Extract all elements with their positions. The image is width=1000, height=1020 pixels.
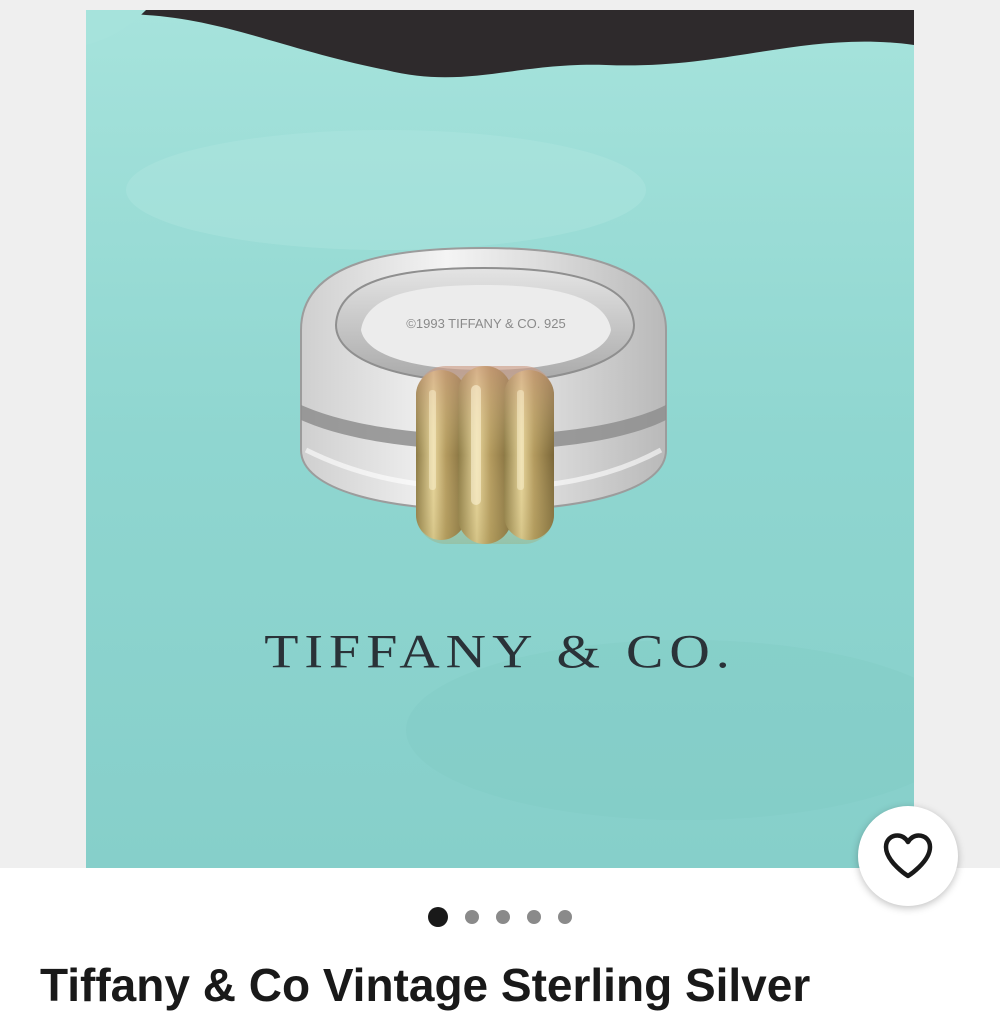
gallery-dot-3[interactable] (496, 910, 510, 924)
brand-print: TIFFANY & CO. (264, 625, 736, 679)
ring-engraving: ©1993 TIFFANY & CO. 925 (406, 316, 565, 331)
gallery-dot-2[interactable] (465, 910, 479, 924)
gallery-dot-4[interactable] (527, 910, 541, 924)
gallery-dot-1[interactable] (428, 907, 448, 927)
gallery-pagination (0, 905, 1000, 929)
gallery-dot-5[interactable] (558, 910, 572, 924)
product-image[interactable]: ©1993 TIFFANY & CO. 925 TIFFANY & CO. (86, 10, 914, 868)
image-gallery[interactable]: ©1993 TIFFANY & CO. 925 TIFFANY & CO. (0, 0, 1000, 868)
gold-slide (416, 366, 554, 544)
product-title: Tiffany & Co Vintage Sterling Silver (40, 959, 811, 1011)
heart-icon (883, 833, 933, 879)
favorite-button[interactable] (858, 806, 958, 906)
ring-photo: ©1993 TIFFANY & CO. 925 (86, 10, 914, 868)
